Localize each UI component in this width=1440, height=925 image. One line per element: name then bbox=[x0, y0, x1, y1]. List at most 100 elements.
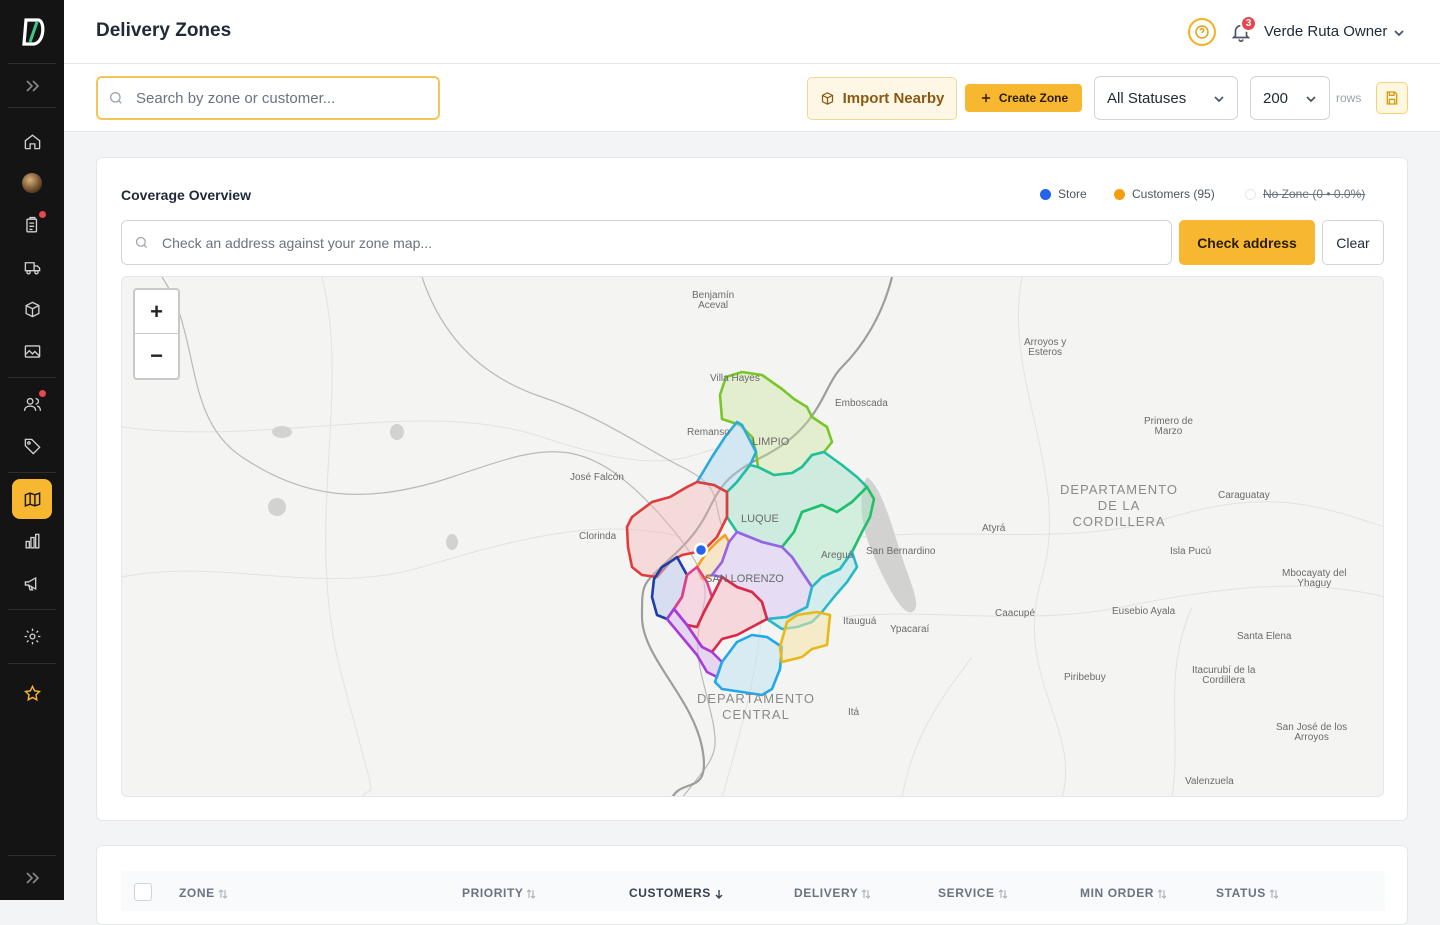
sidebar-item-store[interactable] bbox=[12, 163, 52, 203]
zone-map[interactable]: + − Benjamín Aceval Arroyos y Esteros Vill… bbox=[121, 276, 1384, 797]
collapse-sidebar-icon[interactable] bbox=[22, 868, 42, 888]
orders-icon bbox=[25, 216, 37, 233]
status-filter-select[interactable]: All Statuses bbox=[1094, 76, 1238, 120]
legend-no-zone-swatch bbox=[1245, 188, 1256, 200]
column-header-service[interactable]: SERVICE bbox=[938, 886, 1008, 900]
zone-polygon-capiata[interactable] bbox=[713, 633, 784, 697]
sidebar-item-analytics[interactable] bbox=[12, 521, 52, 561]
app-logo[interactable] bbox=[16, 14, 48, 50]
address-input[interactable] bbox=[162, 221, 1152, 264]
zone-search[interactable] bbox=[96, 76, 440, 120]
users-icon bbox=[23, 397, 41, 411]
column-header-min-order[interactable]: MIN ORDER bbox=[1080, 886, 1167, 900]
sidebar-divider bbox=[8, 63, 56, 64]
column-header-priority[interactable]: PRIORITY bbox=[462, 886, 536, 900]
place-label: Caraguatay bbox=[1218, 490, 1270, 501]
select-all-checkbox[interactable] bbox=[134, 883, 152, 901]
legend-store-swatch bbox=[1040, 188, 1051, 200]
column-header-status[interactable]: STATUS bbox=[1216, 886, 1279, 900]
sort-icon bbox=[218, 888, 228, 899]
legend-customers-swatch bbox=[1114, 188, 1125, 200]
place-label: Primero de Marzo bbox=[1144, 416, 1193, 437]
place-label: DEPARTAMENTO CENTRAL bbox=[697, 691, 815, 722]
sort-icon bbox=[998, 888, 1008, 899]
place-label: SAN LORENZO bbox=[705, 573, 784, 585]
legend-no-zone-label: No Zone (0 • 0.0%) bbox=[1263, 187, 1366, 201]
legend-store-label: Store bbox=[1058, 187, 1087, 201]
rows-label: rows bbox=[1336, 91, 1362, 105]
user-menu-label[interactable]: Verde Ruta Owner bbox=[1264, 23, 1387, 40]
delivery-zones[interactable] bbox=[625, 370, 876, 697]
sidebar-item-delivery-zones[interactable] bbox=[12, 479, 52, 519]
rows-per-page-select[interactable]: 200 bbox=[1250, 76, 1330, 120]
check-address-button[interactable]: Check address bbox=[1179, 220, 1315, 265]
sidebar-item-products[interactable] bbox=[12, 289, 52, 329]
chevron-down-icon bbox=[1214, 96, 1224, 103]
legend-customers[interactable]: Customers (95) bbox=[1114, 187, 1215, 201]
place-label: Areguá bbox=[821, 550, 854, 561]
sort-icon bbox=[861, 888, 871, 899]
place-label: Eusebio Ayala bbox=[1112, 606, 1176, 617]
zoom-in-button[interactable]: + bbox=[135, 290, 178, 334]
place-label: Villa Hayes bbox=[710, 373, 760, 384]
place-label: Emboscada bbox=[835, 398, 888, 409]
megaphone-icon bbox=[24, 576, 36, 591]
sidebar-item-media[interactable] bbox=[12, 331, 52, 371]
coverage-overview-card: Coverage Overview Store Customers (95) N… bbox=[96, 157, 1408, 821]
address-check[interactable] bbox=[121, 220, 1172, 265]
place-label: Benjamín Aceval bbox=[692, 290, 735, 311]
search-icon bbox=[135, 236, 147, 248]
chevron-down-icon[interactable] bbox=[1392, 26, 1406, 40]
page-title: Delivery Zones bbox=[96, 20, 232, 41]
clear-button[interactable]: Clear bbox=[1322, 220, 1384, 265]
import-nearby-button[interactable]: Import Nearby bbox=[807, 77, 957, 120]
place-label: Remanso bbox=[687, 427, 730, 438]
notification-dot bbox=[39, 211, 46, 218]
sort-icon bbox=[1269, 888, 1279, 899]
map-icon bbox=[24, 491, 40, 507]
home-icon bbox=[24, 133, 40, 149]
star-icon bbox=[23, 684, 41, 701]
sidebar-divider bbox=[8, 663, 56, 664]
box-icon bbox=[24, 301, 40, 317]
sidebar-item-settings[interactable] bbox=[12, 616, 52, 656]
sidebar-item-promotions[interactable] bbox=[12, 426, 52, 466]
expand-sidebar-icon[interactable] bbox=[22, 76, 42, 96]
sort-desc-icon bbox=[715, 889, 723, 899]
place-label: Atyrá bbox=[982, 523, 1006, 534]
place-label: Itauguá bbox=[843, 616, 877, 627]
column-header-zone[interactable]: ZONE bbox=[179, 886, 228, 900]
sidebar-item-home[interactable] bbox=[12, 121, 52, 161]
sort-icon bbox=[1157, 888, 1167, 899]
sidebar-item-upgrade[interactable] bbox=[12, 673, 52, 713]
legend-store[interactable]: Store bbox=[1040, 187, 1087, 201]
place-label: LIMPIO bbox=[752, 436, 790, 448]
column-header-customers[interactable]: CUSTOMERS bbox=[629, 886, 724, 900]
sort-icon bbox=[527, 888, 536, 899]
sidebar-item-marketing[interactable] bbox=[12, 563, 52, 603]
sidebar-item-customers[interactable] bbox=[12, 384, 52, 424]
legend-no-zone[interactable]: No Zone (0 • 0.0%) bbox=[1245, 187, 1365, 201]
place-label: Mbocayaty del Yhaguy bbox=[1282, 568, 1347, 589]
zones-table-card: ZONE PRIORITY CUSTOMERS DELIVERY SERVICE… bbox=[96, 845, 1408, 925]
create-zone-button[interactable]: Create Zone bbox=[965, 84, 1082, 112]
place-label: Arroyos y Esteros bbox=[1024, 337, 1067, 358]
column-header-delivery[interactable]: DELIVERY bbox=[794, 886, 871, 900]
store-marker[interactable] bbox=[693, 542, 709, 558]
rows-per-page-value: 200 bbox=[1263, 90, 1289, 107]
sidebar-item-delivery[interactable] bbox=[12, 247, 52, 287]
chevron-down-icon bbox=[1306, 96, 1316, 103]
tag-icon bbox=[24, 438, 41, 455]
search-input[interactable] bbox=[136, 78, 426, 118]
import-nearby-label: Import Nearby bbox=[842, 90, 945, 107]
sidebar-divider bbox=[8, 855, 56, 856]
save-view-button[interactable] bbox=[1376, 82, 1408, 114]
zoom-out-button[interactable]: − bbox=[135, 334, 178, 378]
help-button[interactable] bbox=[1188, 18, 1216, 46]
place-label: Santa Elena bbox=[1237, 631, 1292, 642]
place-label: Ypacaraí bbox=[890, 624, 930, 635]
bar-chart-icon bbox=[24, 533, 40, 549]
question-icon bbox=[1195, 25, 1209, 39]
coverage-title: Coverage Overview bbox=[121, 187, 251, 203]
sidebar-item-orders[interactable] bbox=[12, 205, 52, 245]
